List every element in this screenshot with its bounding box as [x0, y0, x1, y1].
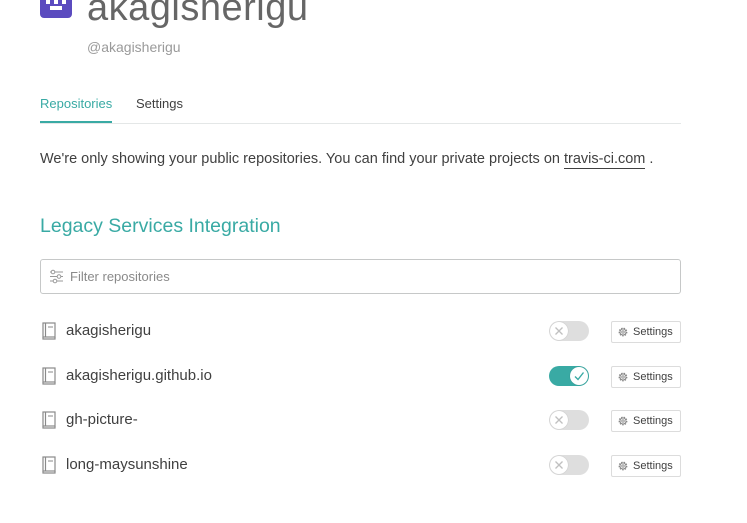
- cross-icon: [555, 327, 563, 335]
- repo-book-icon: [42, 322, 56, 340]
- notice-text: We're only showing your public repositor…: [40, 151, 560, 167]
- profile-name: akagisherigu: [87, 0, 309, 29]
- settings-button-label: Settings: [633, 415, 673, 428]
- repo-book-icon: [42, 456, 56, 474]
- repository-toggle[interactable]: [549, 410, 589, 431]
- repository-list: akagisherigu Settings akagisherigu.githu…: [40, 308, 681, 487]
- repo-book-icon: [42, 411, 56, 429]
- repository-settings-button[interactable]: Settings: [611, 455, 681, 478]
- repo-book-icon: [42, 367, 56, 385]
- profile-header: akagisherigu @akagisherigu: [40, 0, 700, 66]
- gear-icon: [618, 372, 628, 382]
- filter-box: [40, 259, 681, 294]
- repository-toggle[interactable]: [549, 321, 589, 341]
- settings-button-label: Settings: [633, 370, 673, 383]
- gear-icon: [618, 327, 628, 337]
- cross-icon: [555, 416, 563, 425]
- filter-repositories-input[interactable]: [70, 260, 670, 293]
- settings-button-label: Settings: [633, 326, 673, 338]
- toggle-knob: [550, 322, 568, 340]
- notice-suffix: .: [649, 151, 654, 167]
- gear-icon: [618, 416, 628, 426]
- profile-tabs: Repositories Settings: [40, 95, 681, 124]
- tab-repositories[interactable]: Repositories: [40, 96, 113, 123]
- sliders-icon: [50, 269, 63, 284]
- profile-page: akagisherigu @akagisherigu Repositories …: [0, 0, 747, 523]
- toggle-knob: [550, 411, 568, 430]
- tab-settings[interactable]: Settings: [136, 96, 183, 121]
- repository-name[interactable]: long-maysunshine: [66, 455, 188, 474]
- repository-row: long-maysunshine Settings: [40, 442, 681, 487]
- repository-name[interactable]: gh-picture-: [66, 410, 138, 429]
- repository-settings-button[interactable]: Settings: [611, 365, 681, 388]
- repository-row: akagisherigu Settings: [40, 308, 681, 353]
- repository-toggle[interactable]: [549, 455, 589, 476]
- settings-button-label: Settings: [633, 460, 673, 473]
- cross-icon: [555, 461, 563, 470]
- travis-ci-com-link[interactable]: travis-ci.com: [564, 151, 646, 169]
- section-title: Legacy Services Integration: [40, 215, 281, 237]
- public-repos-notice: We're only showing your public repositor…: [40, 150, 654, 169]
- repository-row: akagisherigu.github.io Settings: [40, 353, 681, 398]
- avatar: [40, 0, 72, 18]
- repository-name[interactable]: akagisherigu: [66, 321, 151, 340]
- check-icon: [574, 371, 585, 381]
- toggle-knob: [570, 366, 588, 385]
- gear-icon: [618, 461, 628, 471]
- toggle-knob: [550, 456, 568, 475]
- repository-name[interactable]: akagisherigu.github.io: [66, 366, 212, 385]
- repository-toggle[interactable]: [549, 365, 589, 386]
- profile-handle: @akagisherigu: [87, 39, 181, 55]
- repository-row: gh-picture- Settings: [40, 397, 681, 442]
- repository-settings-button[interactable]: Settings: [611, 321, 681, 343]
- repository-settings-button[interactable]: Settings: [611, 410, 681, 433]
